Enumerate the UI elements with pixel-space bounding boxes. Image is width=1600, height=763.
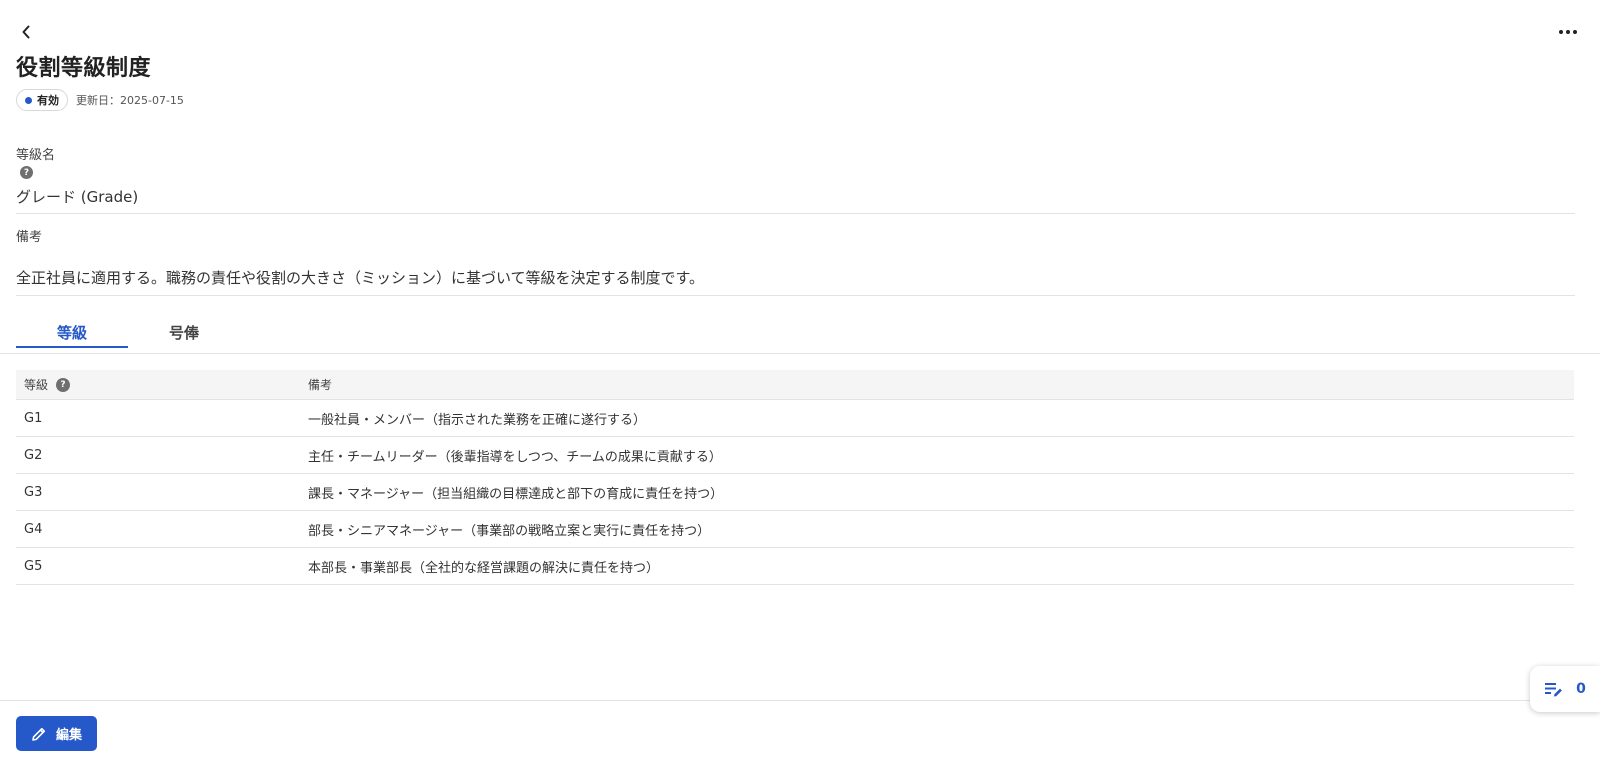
remarks-cell: 本部長・事業部長（全社的な経営課題の解決に責任を持つ） [300,547,1574,585]
grade-cell: G3 [16,473,300,511]
divider [16,295,1575,296]
status-label: 有効 [37,94,59,107]
help-icon[interactable]: ? [20,166,33,179]
comment-count: 0 [1576,681,1586,697]
pencil-icon [32,727,46,741]
edit-button-label: 編集 [55,728,82,743]
remarks-cell: 主任・チームリーダー（後輩指導をしつつ、チームの成果に貢献する） [300,436,1574,474]
help-icon[interactable]: ? [56,377,71,392]
edit-button[interactable]: 編集 [16,716,97,751]
page-title: 役割等級制度 [16,56,152,81]
remarks-cell: 一般社員・メンバー（指示された業務を正確に遂行する） [300,399,1574,437]
status-row: 有効 更新日：2025-07-15 [16,89,184,111]
page: 役割等級制度 有効 更新日：2025-07-15 等級名 ? グレード (Gra… [0,0,1600,763]
remarks-label: 備考 [16,230,43,245]
comment-widget[interactable]: 0 [1530,666,1600,712]
edit-note-icon [1545,683,1563,697]
table-row[interactable]: G4 部長・シニアマネージャー（事業部の戦略立案と実行に責任を持つ） [16,510,1574,548]
tabs-divider [0,353,1600,354]
tab-grade[interactable]: 等級 [16,316,128,348]
status-dot-icon [25,96,32,104]
grade-table: 等級 ? 備考 G1 一般社員・メンバー（指示された業務を正確に遂行する） G2… [16,370,1574,585]
more-horizontal-icon [1559,30,1577,34]
grade-cell: G2 [16,436,300,474]
grade-name-value: グレード (Grade) [16,188,139,206]
header-grade-label: 等級 [24,378,49,392]
divider [16,213,1575,214]
header-remarks: 備考 [300,370,1574,400]
grade-name-label: 等級名 [16,148,56,163]
table-row[interactable]: G2 主任・チームリーダー（後輩指導をしつつ、チームの成果に貢献する） [16,436,1574,474]
grade-cell: G1 [16,399,300,437]
grade-cell: G4 [16,510,300,548]
header-grade: 等級 ? [16,370,300,400]
remarks-cell: 課長・マネージャー（担当組織の目標達成と部下の育成に責任を持つ） [300,473,1574,511]
chevron-left-icon [22,25,30,39]
table-header-row: 等級 ? 備考 [16,370,1574,400]
footer-divider [0,700,1600,701]
status-badge: 有効 [16,89,68,111]
more-options-button[interactable] [1556,22,1580,42]
table-row[interactable]: G5 本部長・事業部長（全社的な経営課題の解決に責任を持つ） [16,547,1574,585]
table-row[interactable]: G1 一般社員・メンバー（指示された業務を正確に遂行する） [16,399,1574,437]
remarks-value: 全正社員に適用する。職務の責任や役割の大きさ（ミッション）に基づいて等級を決定す… [16,269,705,287]
tab-bar: 等級 号俸 [16,316,240,348]
tab-salary-step[interactable]: 号俸 [128,316,240,348]
back-button[interactable] [16,20,36,44]
grade-cell: G5 [16,547,300,585]
table-row[interactable]: G3 課長・マネージャー（担当組織の目標達成と部下の育成に責任を持つ） [16,473,1574,511]
updated-date: 更新日：2025-07-15 [76,94,184,107]
remarks-cell: 部長・シニアマネージャー（事業部の戦略立案と実行に責任を持つ） [300,510,1574,548]
